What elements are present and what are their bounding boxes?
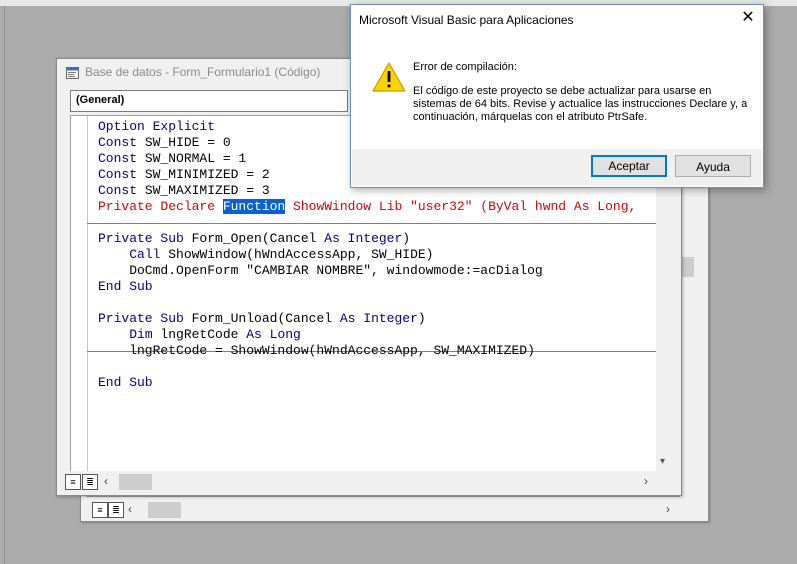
procedure-view-icon[interactable]: ≡ [92,502,108,518]
horizontal-bar[interactable]: ≡ ≣ ‹ › [57,471,681,493]
object-combo-value: (General) [76,94,125,106]
code-line: lngRetCode = ShowWindow(hWndAccessApp, S… [98,343,535,358]
dialog-title: Microsoft Visual Basic para Aplicaciones [359,13,574,27]
code-window-title: Base de datos - Form_Formulario1 (Código… [85,65,321,79]
scroll-left-icon[interactable]: ‹ [104,474,108,488]
error-message: El código de este proyecto se debe actua… [413,85,748,123]
margin-indicator-bar[interactable] [71,116,88,472]
code-line: Call ShowWindow(hWndAccessApp, SW_HIDE) [129,247,434,262]
help-button[interactable]: Ayuda [675,155,751,177]
object-combo[interactable]: (General) [70,90,348,112]
warning-icon [372,62,406,92]
background-horizontal-bar[interactable]: ≡ ≣ ‹ › [86,499,678,518]
full-module-view-icon[interactable]: ≣ [82,474,98,490]
error-code-line: Private Declare Function ShowWindow Lib … [98,199,636,215]
background-scroll-thumb[interactable] [682,257,694,277]
error-heading: Error de compilación: [413,61,517,73]
background-vertical-scrollbar[interactable] [680,187,696,493]
full-module-view-icon[interactable]: ≣ [108,502,124,518]
scroll-right-icon[interactable]: › [666,502,670,516]
horizontal-scroll-thumb[interactable] [119,474,152,490]
declare-suffix: ShowWindow Lib "user32" (ByVal hwnd As L… [285,199,637,214]
accept-button[interactable]: Aceptar [591,155,667,177]
code-line: End Sub [98,279,153,294]
declare-prefix: Private Declare [98,199,223,214]
code-line: DoCmd.OpenForm "CAMBIAR NOMBRE", windowm… [98,263,543,278]
form-code-icon [66,67,79,79]
code-line: Private Sub Form_Unload(Cancel As Intege… [98,311,426,326]
scroll-right-icon[interactable]: › [644,474,648,488]
scroll-down-icon[interactable]: ▾ [660,456,665,467]
code-line: Private Sub Form_Open(Cancel As Integer) [98,231,411,246]
compile-error-dialog[interactable]: Microsoft Visual Basic para Aplicaciones… [350,4,764,188]
background-h-scroll-thumb[interactable] [148,502,181,518]
selected-keyword: Function [222,199,286,214]
close-icon[interactable]: ✕ [740,10,756,26]
code-line: Dim lngRetCode As Long [129,327,301,342]
procedure-view-icon[interactable]: ≡ [65,474,81,490]
code-line: End Sub [98,375,153,390]
scroll-left-icon[interactable]: ‹ [128,502,132,516]
